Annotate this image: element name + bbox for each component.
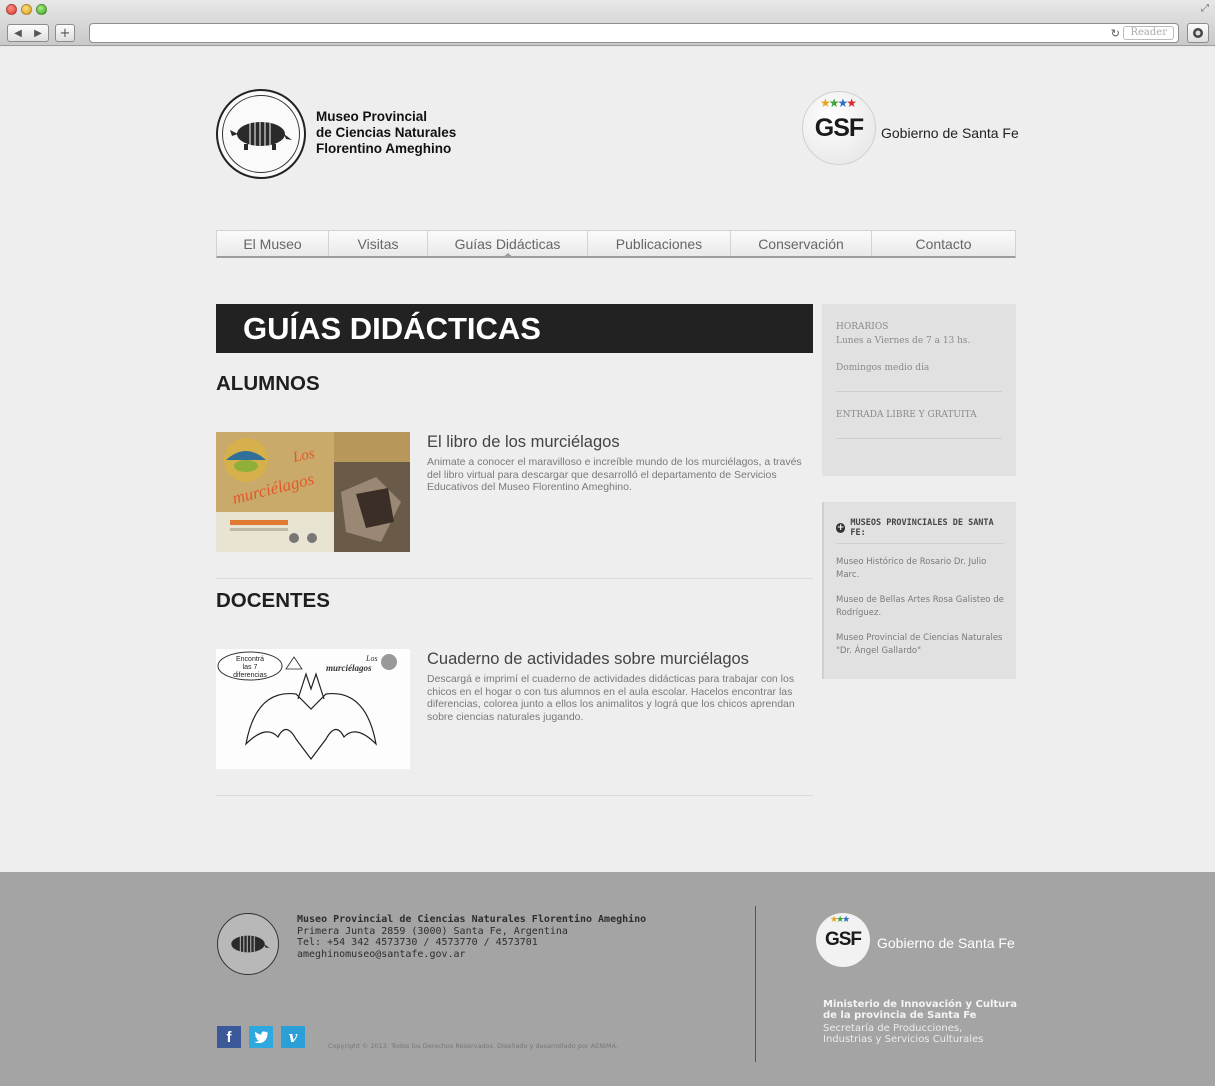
- thumb-title-murcielagos: murciélagos: [326, 663, 372, 673]
- footer-address: Primera Junta 2859 (3000) Santa Fe, Arge…: [297, 925, 568, 937]
- cuaderno-thumbnail[interactable]: Encontrá las 7 diferencias Los murciélag…: [216, 649, 410, 769]
- forward-icon[interactable]: ▶: [34, 28, 42, 39]
- divider: [216, 795, 813, 796]
- facebook-icon[interactable]: f: [217, 1026, 241, 1048]
- divider: [836, 391, 1002, 392]
- downloads-icon: [1193, 28, 1203, 38]
- reload-icon[interactable]: ↻: [1111, 27, 1120, 40]
- footer-email[interactable]: ameghinomuseo@santafe.gov.ar: [297, 949, 646, 961]
- close-window-button[interactable]: [6, 4, 17, 15]
- thumb-bubble-3: diferencias: [233, 672, 267, 679]
- item-title-cuaderno[interactable]: Cuaderno de actividades sobre murciélago…: [427, 650, 749, 669]
- minimize-window-button[interactable]: [21, 4, 32, 15]
- divider: [216, 578, 813, 579]
- museum-name: Museo Provincial de Ciencias Naturales F…: [316, 109, 457, 156]
- twitter-icon[interactable]: [249, 1026, 273, 1048]
- address-bar[interactable]: ↻ Reader: [89, 23, 1179, 43]
- social-links: f v: [217, 1026, 305, 1048]
- item-title-libro[interactable]: El libro de los murciélagos: [427, 433, 620, 452]
- section-heading-alumnos: ALUMNOS: [216, 372, 320, 395]
- reader-button[interactable]: Reader: [1123, 26, 1174, 40]
- item-desc-cuaderno: Descargá e imprimí el cuaderno de activi…: [427, 673, 795, 723]
- museums-heading: + MUSEOS PROVINCIALES DE SANTA FE:: [836, 518, 1004, 544]
- page-title: GUÍAS DIDÁCTICAS: [216, 304, 813, 353]
- footer-museum-logo[interactable]: [217, 913, 279, 975]
- window-controls: [6, 4, 47, 15]
- add-bookmark-button[interactable]: +: [55, 24, 75, 42]
- main-nav: El Museo Visitas Guías Didácticas Public…: [216, 230, 1016, 258]
- fullscreen-icon[interactable]: ⤢: [1201, 3, 1209, 14]
- activity-book-image: Encontrá las 7 diferencias Los murciélag…: [216, 649, 410, 769]
- nav-item-contacto[interactable]: Contacto: [872, 231, 1015, 256]
- back-forward-buttons[interactable]: ◀ ▶: [7, 24, 49, 42]
- footer-secretaria: Secretaría de Producciones, Industrias y…: [823, 1023, 984, 1045]
- stars-icon: ★★★★: [820, 96, 857, 110]
- footer-ministry: Ministerio de Innovación y Cultura de la…: [823, 999, 1017, 1021]
- zoom-window-button[interactable]: [36, 4, 47, 15]
- copyright: Copyright © 2013. Todos los Derechos Res…: [328, 1042, 618, 1050]
- libro-murcielagos-thumbnail[interactable]: Los murciélagos: [216, 432, 410, 552]
- hours-sunday: Domingos medio día: [836, 363, 930, 373]
- nav-item-publicaciones[interactable]: Publicaciones: [588, 231, 731, 256]
- nav-item-visitas[interactable]: Visitas: [329, 231, 428, 256]
- gsf-text: Gobierno de Santa Fe: [881, 125, 1019, 141]
- hours-title: HORARIOS: [836, 322, 889, 332]
- hours-box: HORARIOS Lunes a Viernes de 7 a 13 hs. D…: [822, 304, 1016, 476]
- stars-icon: ★★★: [830, 915, 850, 925]
- thumb-bubble-1: Encontrá: [236, 656, 264, 663]
- browser-chrome: ⤢ ◀ ▶ + ↻ Reader: [0, 0, 1215, 46]
- thumb-bubble-2: las 7: [243, 664, 258, 671]
- vimeo-icon[interactable]: v: [281, 1026, 305, 1048]
- museums-box: + MUSEOS PROVINCIALES DE SANTA FE: Museo…: [822, 502, 1016, 679]
- nav-item-conservacion[interactable]: Conservación: [731, 231, 872, 256]
- plus-circle-icon: +: [836, 523, 846, 533]
- footer-phone: Tel: +54 342 4573730 / 4573770 / 4573701: [297, 937, 538, 948]
- footer-contact-info: Museo Provincial de Ciencias Naturales F…: [297, 914, 646, 960]
- divider: [836, 438, 1002, 439]
- entry-info: ENTRADA LIBRE Y GRATUITA: [836, 410, 977, 420]
- footer: Museo Provincial de Ciencias Naturales F…: [0, 872, 1215, 1086]
- museum-link[interactable]: Museo de Bellas Artes Rosa Galisteo de R…: [836, 594, 1004, 620]
- museum-logo[interactable]: [216, 89, 306, 179]
- section-heading-docentes: DOCENTES: [216, 589, 330, 612]
- museum-link[interactable]: Museo Provincial de Ciencias Naturales "…: [836, 632, 1004, 658]
- divider: [755, 906, 756, 1062]
- footer-museum-name: Museo Provincial de Ciencias Naturales F…: [297, 914, 647, 925]
- nav-item-guias-didacticas[interactable]: Guías Didácticas: [428, 231, 588, 258]
- thumb-title-los: Los: [365, 654, 378, 663]
- downloads-button[interactable]: [1187, 23, 1209, 43]
- museum-link[interactable]: Museo Histórico de Rosario Dr. Julio Mar…: [836, 556, 1004, 582]
- back-icon[interactable]: ◀: [14, 28, 22, 39]
- armadillo-icon: [230, 122, 292, 150]
- page: Museo Provincial de Ciencias Naturales F…: [0, 47, 1215, 1086]
- hours-weekdays: Lunes a Viernes de 7 a 13 hs.: [836, 336, 971, 346]
- armadillo-icon: [231, 935, 270, 953]
- item-desc-libro: Animate a conocer el maravilloso e incre…: [427, 456, 802, 493]
- book-cover-image: Los murciélagos: [216, 432, 410, 552]
- footer-gsf-text: Gobierno de Santa Fe: [877, 935, 1015, 951]
- nav-item-el-museo[interactable]: El Museo: [217, 231, 329, 256]
